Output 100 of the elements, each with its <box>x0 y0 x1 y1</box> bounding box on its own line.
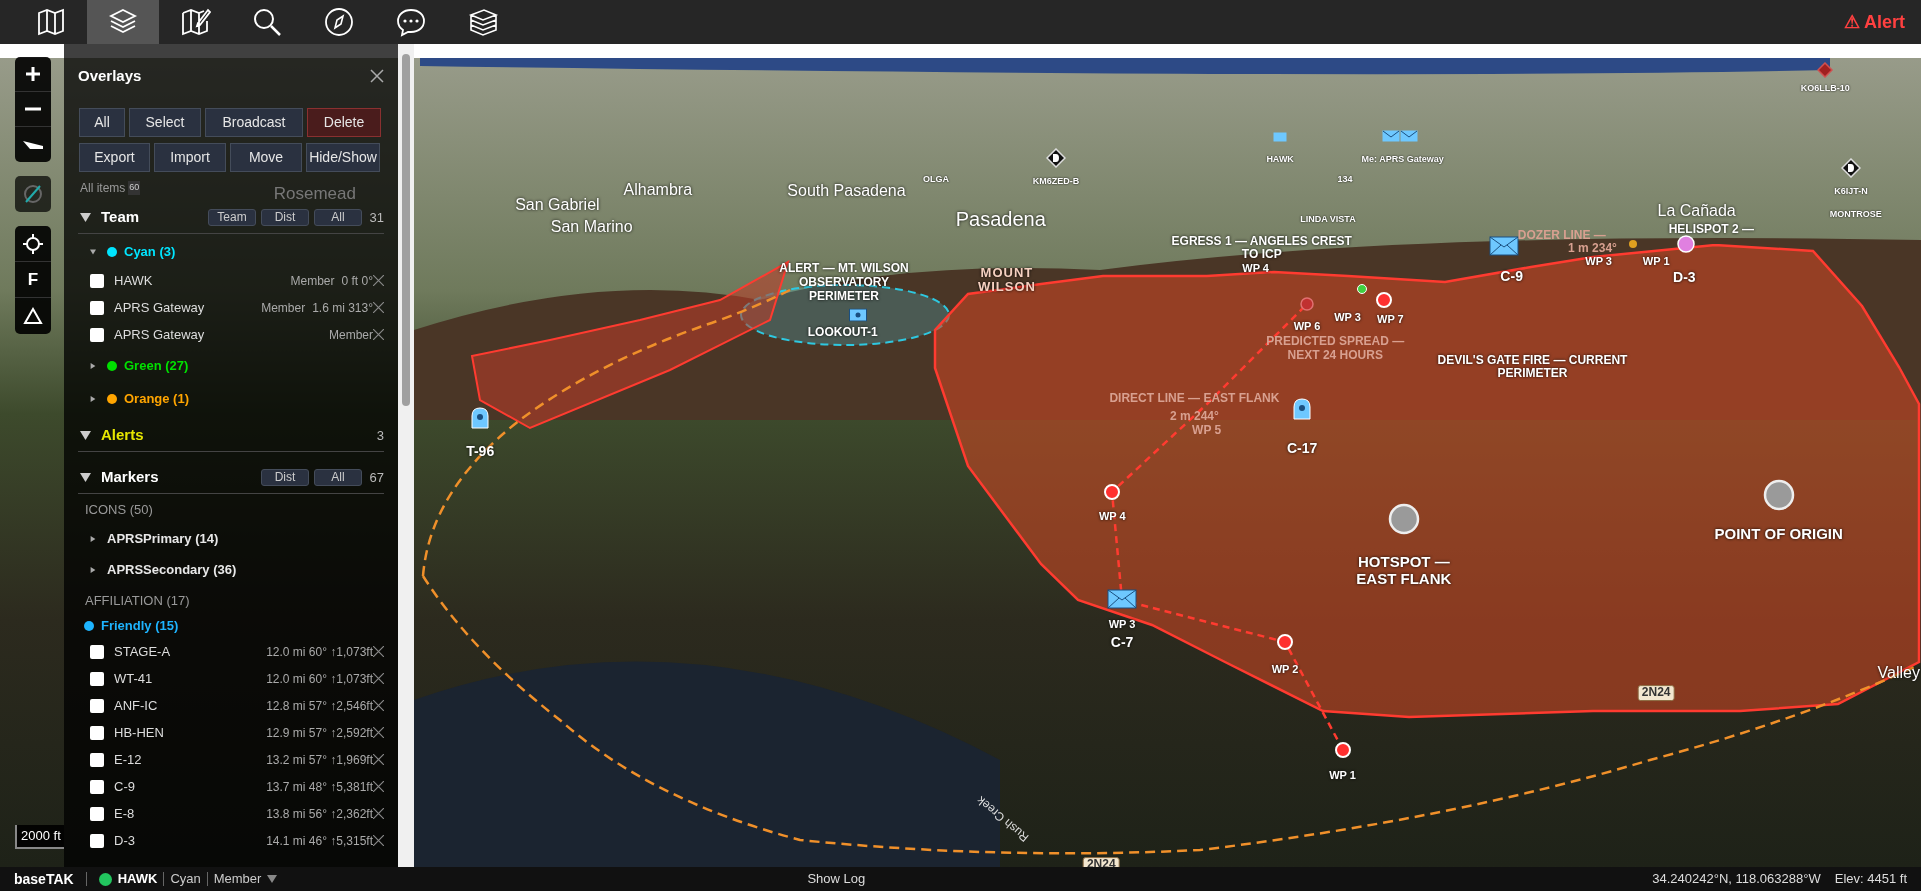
helicopter-marker-icon[interactable] <box>1675 233 1696 254</box>
item-detail: 14.1 mi 46° ↑5,315ft <box>266 832 373 850</box>
item-detail: 13.7 mi 48° ↑5,381ft <box>266 778 373 796</box>
remove-icon[interactable] <box>373 754 384 765</box>
item-name[interactable]: C-9 <box>114 776 135 797</box>
item-name[interactable]: APRS Gateway <box>114 297 205 318</box>
envelope-icon[interactable] <box>1382 129 1419 142</box>
section-title[interactable]: Team <box>101 206 140 229</box>
remove-icon[interactable] <box>373 302 384 313</box>
camera-icon[interactable] <box>848 308 867 322</box>
section-title[interactable]: Alerts <box>101 424 144 447</box>
checkbox[interactable] <box>90 327 104 342</box>
expand-caret-icon[interactable] <box>90 395 96 402</box>
group-name[interactable]: Green (27) <box>124 355 189 376</box>
item-count: 31 <box>368 208 384 227</box>
group-name[interactable]: Cyan (3) <box>124 241 176 262</box>
expand-caret-icon[interactable] <box>90 535 96 542</box>
action-button[interactable]: Select <box>129 108 201 137</box>
unit-marker-icon[interactable] <box>1293 398 1312 421</box>
alert-button[interactable]: ⚠ Alert <box>1843 0 1921 44</box>
item-name[interactable]: ANF-IC <box>114 695 158 716</box>
item-detail: 12.0 mi 60° ↑1,073ft <box>266 670 373 688</box>
filter-button[interactable]: Dist <box>261 469 309 486</box>
item-name[interactable]: E-8 <box>114 803 135 824</box>
section-title[interactable]: Markers <box>101 466 159 489</box>
close-icon[interactable] <box>370 69 384 83</box>
remove-icon[interactable] <box>373 646 384 657</box>
waypoint-icon[interactable] <box>1356 283 1368 295</box>
remove-icon[interactable] <box>373 329 384 340</box>
expand-caret-icon[interactable] <box>90 362 96 369</box>
item-name[interactable]: STAGE-A <box>114 641 171 662</box>
action-button[interactable]: Hide/Show <box>306 143 380 172</box>
checkbox[interactable] <box>90 273 104 288</box>
remove-icon[interactable] <box>373 808 384 819</box>
spot-marker-icon[interactable] <box>1386 502 1421 537</box>
map-marker-icon[interactable] <box>1627 238 1638 249</box>
map-label: DEVIL'S GATE FIRE — CURRENT PERIMETER <box>1436 353 1629 382</box>
toolbar-button[interactable] <box>87 0 159 44</box>
map-label: WP 5 <box>1192 424 1222 439</box>
filter-button[interactable]: Team <box>208 209 256 226</box>
action-button[interactable]: Broadcast <box>205 108 303 137</box>
checkbox[interactable] <box>90 833 104 848</box>
checkbox[interactable] <box>90 671 104 686</box>
map-label: HAWK <box>1266 154 1294 165</box>
filter-button[interactable]: All <box>314 209 362 226</box>
compass-icon <box>323 6 355 38</box>
group-name[interactable]: Orange (1) <box>124 388 189 409</box>
checkbox[interactable] <box>90 644 104 659</box>
waypoint-icon[interactable] <box>1375 291 1394 310</box>
action-button[interactable]: Import <box>154 143 226 172</box>
group-name[interactable]: Friendly (15) <box>101 616 179 636</box>
team-name: Cyan <box>170 870 201 889</box>
scrollbar[interactable] <box>398 44 414 867</box>
remove-icon[interactable] <box>373 835 384 846</box>
caret-icon[interactable] <box>267 875 278 883</box>
group-name[interactable]: APRSSecondary (36) <box>107 559 237 580</box>
item-detail: 13.2 mi 57° ↑1,969ft <box>266 751 373 769</box>
item-detail: 1.6 mi 313° <box>312 299 373 317</box>
action-button[interactable]: Move <box>230 143 302 172</box>
envelope-icon[interactable] <box>1489 236 1520 257</box>
collapse-caret-icon[interactable] <box>80 212 91 223</box>
action-button[interactable]: All <box>79 108 125 137</box>
compass-button[interactable] <box>15 176 51 212</box>
item-name[interactable]: HB-HEN <box>114 722 164 743</box>
remove-icon[interactable] <box>373 727 384 738</box>
checkbox[interactable] <box>90 725 104 740</box>
action-button[interactable]: Delete <box>307 108 381 137</box>
checkbox[interactable] <box>90 779 104 794</box>
expand-caret-icon[interactable] <box>90 566 96 573</box>
collapse-caret-icon[interactable] <box>80 472 91 483</box>
item-name[interactable]: APRS Gateway <box>114 324 205 345</box>
item-name[interactable]: WT-41 <box>114 668 153 689</box>
map-label: WP 4 <box>1242 261 1269 275</box>
collapse-caret-icon[interactable] <box>90 248 96 255</box>
show-log-button[interactable]: Show Log <box>807 869 866 889</box>
filter-button[interactable]: Dist <box>261 209 309 226</box>
filter-button[interactable]: All <box>314 469 362 486</box>
checkbox[interactable] <box>90 806 104 821</box>
item-detail: 0 ft 0° <box>341 272 373 290</box>
checkbox[interactable] <box>90 752 104 767</box>
remove-icon[interactable] <box>373 673 384 684</box>
map-label: MONTROSE <box>1829 209 1882 220</box>
spot-marker-icon[interactable] <box>1761 477 1796 512</box>
envelope-icon[interactable] <box>1107 589 1138 609</box>
item-name[interactable]: E-12 <box>114 749 142 770</box>
group-name[interactable]: APRSPrimary (14) <box>107 528 219 549</box>
waypoint-icon[interactable] <box>1103 483 1122 502</box>
remove-icon[interactable] <box>373 275 384 286</box>
map-marker-icon[interactable] <box>1273 132 1288 143</box>
cursor-coordinates: 34.240242°N, 118.063288°W <box>1652 870 1821 889</box>
remove-icon[interactable] <box>373 781 384 792</box>
item-name[interactable]: D-3 <box>114 830 135 851</box>
collapse-caret-icon[interactable] <box>80 430 91 441</box>
remove-icon[interactable] <box>373 700 384 711</box>
action-button[interactable]: Export <box>79 143 150 172</box>
map-label: LINDA VISTA <box>1300 214 1356 225</box>
checkbox[interactable] <box>90 300 104 315</box>
map-label: WP 3 <box>1334 310 1361 324</box>
item-name[interactable]: HAWK <box>114 270 153 291</box>
checkbox[interactable] <box>90 698 104 713</box>
